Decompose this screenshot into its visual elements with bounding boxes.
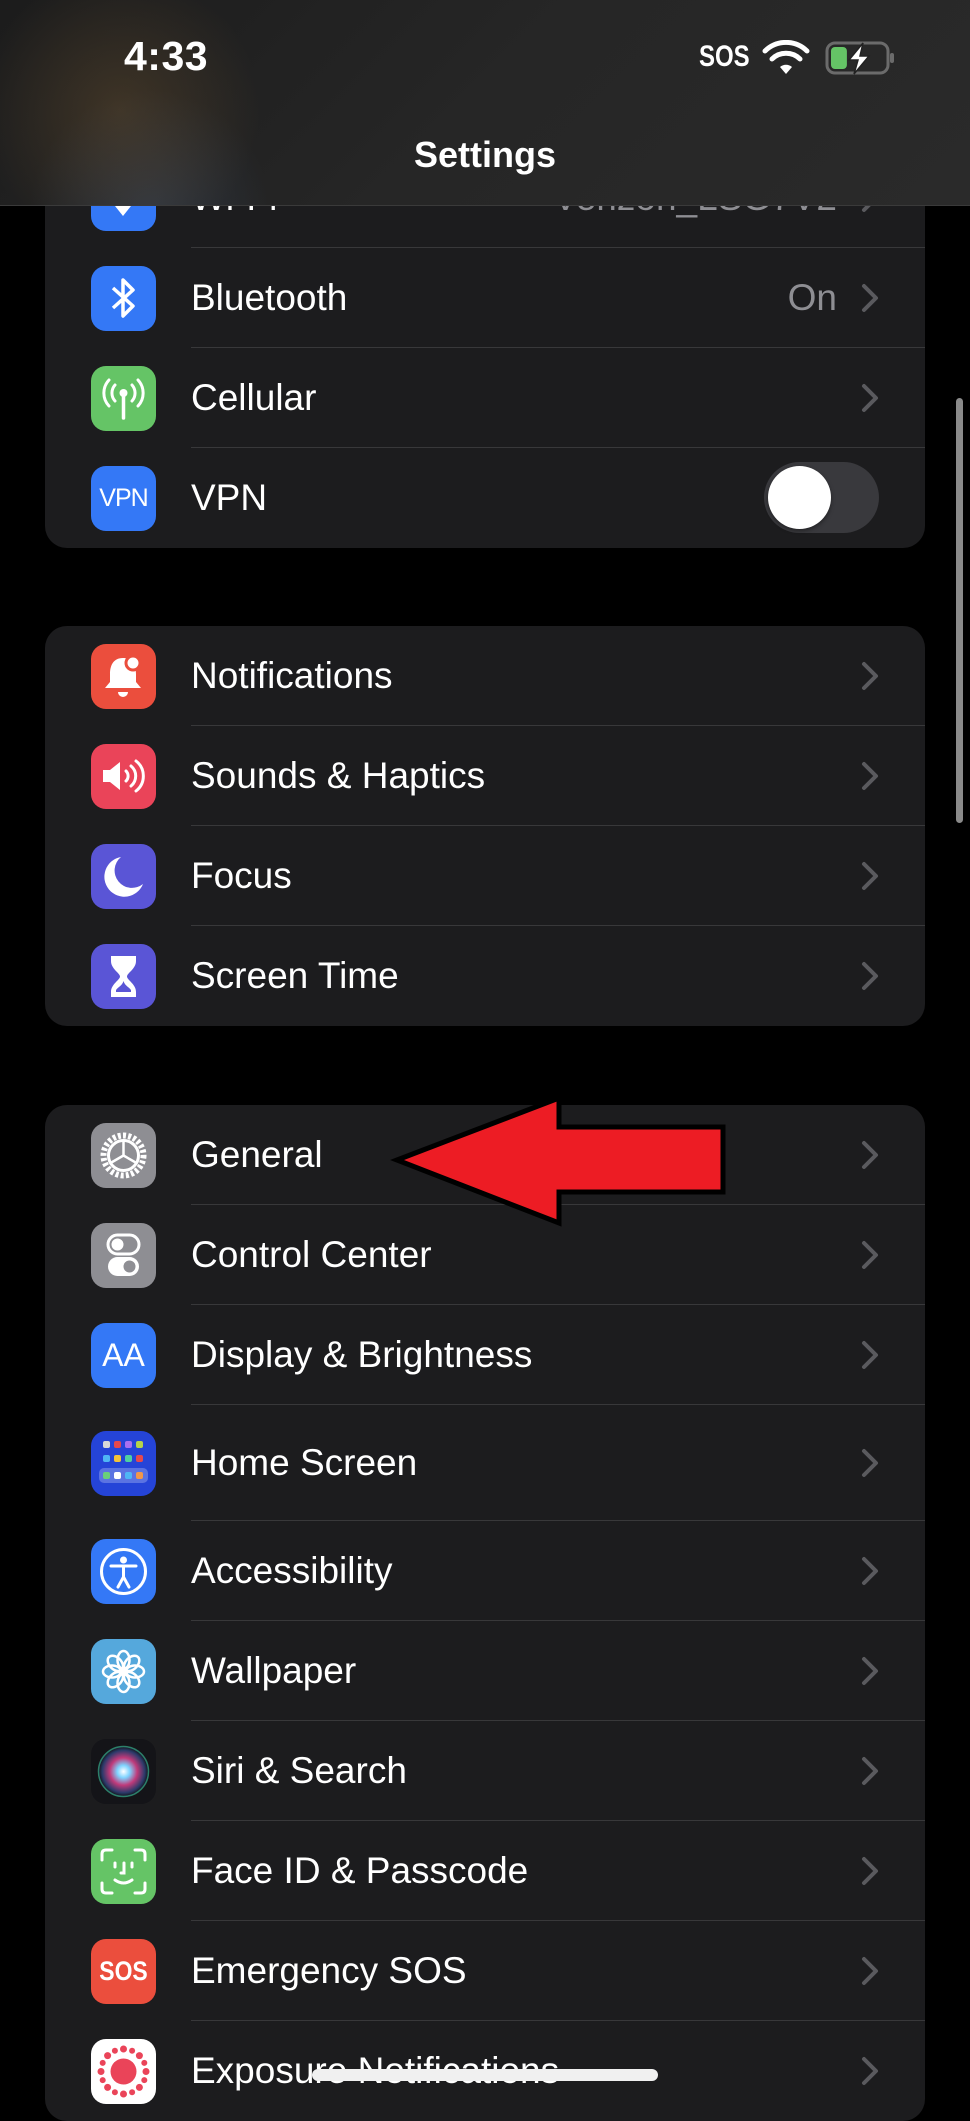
flower-icon bbox=[91, 1639, 156, 1704]
sos-icon: SOS bbox=[91, 1939, 156, 2004]
row-label: Notifications bbox=[191, 655, 393, 696]
speaker-icon bbox=[91, 744, 156, 809]
settings-row-focus[interactable]: Focus bbox=[45, 826, 925, 926]
row-label: Display & Brightness bbox=[191, 1334, 533, 1375]
settings-row-control-center[interactable]: Control Center bbox=[45, 1205, 925, 1305]
row-label: Siri & Search bbox=[191, 1750, 407, 1791]
page-title: Settings bbox=[413, 134, 556, 175]
wifi-icon bbox=[762, 40, 810, 74]
settings-row-general[interactable]: General bbox=[45, 1105, 925, 1205]
gear-icon bbox=[91, 1123, 156, 1188]
chevron-right-icon bbox=[862, 862, 878, 890]
switches-icon bbox=[91, 1223, 156, 1288]
sos-icon-text: SOS bbox=[99, 1956, 148, 1986]
row-label: Wallpaper bbox=[191, 1650, 357, 1691]
settings-row-accessibility[interactable]: Accessibility bbox=[45, 1521, 925, 1621]
row-label: Screen Time bbox=[191, 955, 399, 996]
chevron-right-icon bbox=[862, 284, 878, 312]
row-label: Home Screen bbox=[191, 1442, 418, 1483]
chevron-right-icon bbox=[862, 1657, 878, 1685]
chevron-right-icon bbox=[862, 1141, 878, 1169]
settings-row-display-brightness[interactable]: AA Display & Brightness bbox=[45, 1305, 925, 1405]
row-label: Control Center bbox=[191, 1234, 432, 1275]
row-label: General bbox=[191, 1134, 323, 1175]
notifications-group: Notifications Sounds & Haptics Focus Scr… bbox=[45, 626, 925, 1026]
settings-row-screen-time[interactable]: Screen Time bbox=[45, 926, 925, 1026]
chevron-right-icon bbox=[862, 1341, 878, 1369]
home-indicator[interactable] bbox=[312, 2069, 658, 2081]
app-grid-icon bbox=[91, 1431, 156, 1496]
row-label: Face ID & Passcode bbox=[191, 1850, 529, 1891]
settings-row-cellular[interactable]: Cellular bbox=[45, 348, 925, 448]
settings-row-vpn: VPN VPN bbox=[45, 448, 925, 548]
row-label: Sounds & Haptics bbox=[191, 755, 486, 796]
chevron-right-icon bbox=[862, 1857, 878, 1885]
settings-row-face-id-passcode[interactable]: Face ID & Passcode bbox=[45, 1821, 925, 1921]
bell-icon bbox=[91, 644, 156, 709]
battery-icon bbox=[825, 41, 894, 75]
vertical-scrollbar[interactable] bbox=[956, 398, 963, 823]
row-label: Bluetooth bbox=[191, 277, 348, 318]
row-label: Cellular bbox=[191, 377, 317, 418]
settings-row-notifications[interactable]: Notifications bbox=[45, 626, 925, 726]
hourglass-icon bbox=[91, 944, 156, 1009]
text-size-icon: AA bbox=[91, 1323, 156, 1388]
row-label: Focus bbox=[191, 855, 292, 896]
settings-row-wallpaper[interactable]: Wallpaper bbox=[45, 1621, 925, 1721]
chevron-right-icon bbox=[862, 762, 878, 790]
bluetooth-icon bbox=[91, 266, 156, 331]
status-time: 4:33 bbox=[124, 33, 209, 79]
chevron-right-icon bbox=[862, 1957, 878, 1985]
settings-row-bluetooth[interactable]: Bluetooth On bbox=[45, 248, 925, 348]
accessibility-icon bbox=[91, 1539, 156, 1604]
text-size-icon-text: AA bbox=[102, 1337, 145, 1373]
vpn-toggle[interactable] bbox=[764, 462, 879, 533]
toggle-knob bbox=[768, 466, 831, 529]
settings-row-sounds-haptics[interactable]: Sounds & Haptics bbox=[45, 726, 925, 826]
moon-icon bbox=[91, 844, 156, 909]
connectivity-group: Wi-Fi Verizon_LSG7V2 Bluetooth On Cellul… bbox=[45, 148, 925, 548]
antenna-icon bbox=[91, 366, 156, 431]
face-id-icon bbox=[91, 1839, 156, 1904]
row-value: On bbox=[787, 277, 837, 318]
chevron-right-icon bbox=[862, 2057, 878, 2085]
chevron-right-icon bbox=[862, 1449, 878, 1477]
chevron-right-icon bbox=[862, 1757, 878, 1785]
settings-row-home-screen[interactable]: Home Screen bbox=[45, 1405, 925, 1521]
chevron-right-icon bbox=[862, 1557, 878, 1585]
row-label: VPN bbox=[191, 477, 268, 518]
vpn-icon: VPN bbox=[91, 466, 156, 531]
chevron-right-icon bbox=[862, 1241, 878, 1269]
chevron-right-icon bbox=[862, 962, 878, 990]
general-group: General Control Center AA Display & Brig… bbox=[45, 1105, 925, 2121]
settings-row-emergency-sos[interactable]: SOS Emergency SOS bbox=[45, 1921, 925, 2021]
exposure-icon bbox=[91, 2039, 156, 2104]
chevron-right-icon bbox=[862, 384, 878, 412]
siri-icon bbox=[91, 1739, 156, 1804]
chevron-right-icon bbox=[862, 662, 878, 690]
row-label: Emergency SOS bbox=[191, 1950, 467, 1991]
row-label: Accessibility bbox=[191, 1550, 393, 1591]
settings-row-siri-search[interactable]: Siri & Search bbox=[45, 1721, 925, 1821]
vpn-icon-text: VPN bbox=[99, 484, 148, 512]
navigation-header: 4:33 SOS Settings bbox=[0, 0, 970, 206]
cellular-sos-status: SOS bbox=[699, 40, 750, 73]
